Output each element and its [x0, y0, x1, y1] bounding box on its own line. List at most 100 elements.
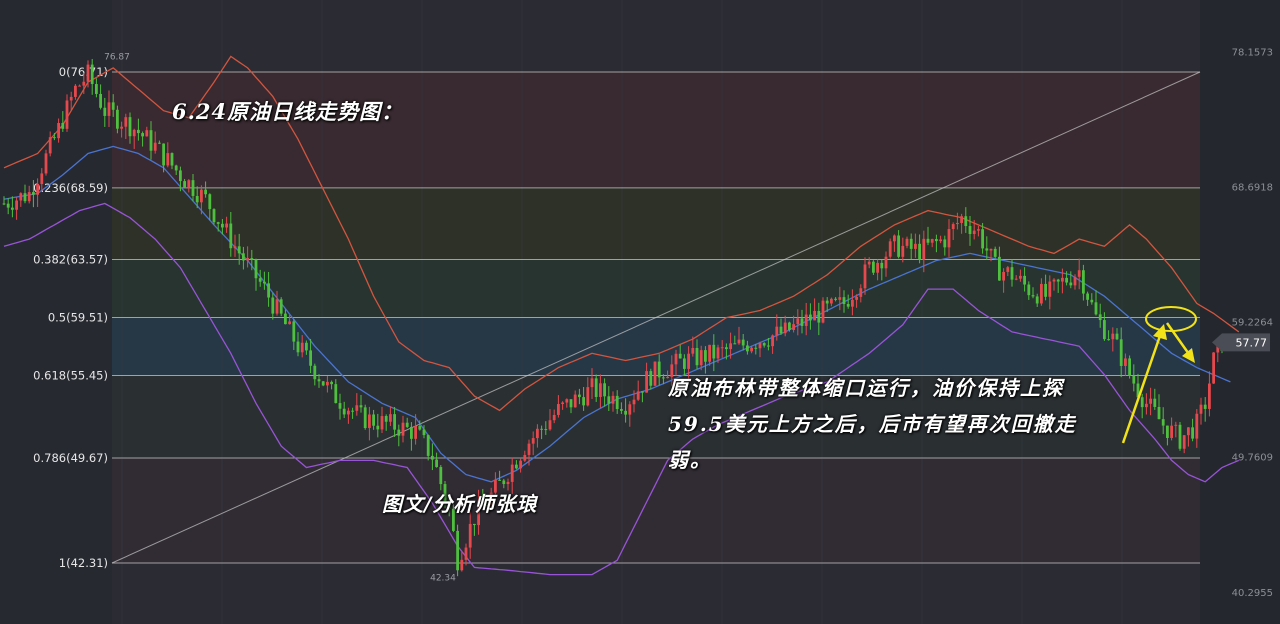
candle-body — [741, 339, 745, 346]
candle-body — [107, 102, 111, 116]
candle-body — [796, 318, 800, 325]
candle-body — [368, 414, 371, 429]
oil-daily-chart: 0(76.71)0.236(68.59)0.382(63.57)0.5(59.5… — [0, 0, 1280, 624]
candle-body — [410, 426, 413, 439]
candle-body — [611, 395, 615, 404]
candle-body — [1145, 403, 1148, 408]
candle-body — [36, 184, 39, 195]
candle-body — [867, 261, 871, 265]
candle-body — [1090, 299, 1094, 303]
candle-body — [78, 85, 81, 87]
candle-body — [628, 404, 632, 415]
candle-body — [649, 371, 653, 386]
price-axis-tick-label: 78.1573 — [1232, 47, 1273, 58]
candle-body — [720, 347, 724, 349]
candle-body — [1119, 339, 1123, 366]
candle-body — [405, 422, 409, 427]
candle-body — [1182, 435, 1186, 449]
candle-body — [972, 230, 976, 235]
candle-body — [1010, 267, 1014, 280]
candle-body — [645, 371, 648, 393]
candle-body — [888, 241, 892, 257]
candle-body — [153, 142, 157, 151]
candle-body — [1157, 406, 1161, 420]
fib-band — [112, 72, 1200, 188]
candle-body — [1166, 425, 1169, 438]
candle-body — [926, 238, 930, 243]
candle-body — [498, 479, 501, 481]
candle-body — [305, 342, 308, 351]
candle-body — [657, 361, 661, 378]
candle-body — [552, 414, 556, 421]
candle-body — [851, 299, 854, 307]
candle-body — [729, 343, 732, 350]
chart-stage: 0(76.71) 0.236(68.59) 0.382(63.57) 0.5(59.5… — [0, 0, 1280, 624]
candle-body — [300, 342, 304, 353]
candle-body — [754, 347, 758, 349]
candle-body — [401, 422, 405, 436]
candle-body — [1128, 358, 1131, 376]
candle-body — [519, 460, 522, 469]
candle-body — [326, 381, 329, 386]
candle-body — [1153, 398, 1157, 407]
candle-body — [208, 194, 212, 210]
candle-body — [771, 335, 774, 347]
candle-body — [956, 222, 959, 225]
candle-body — [947, 229, 951, 248]
candle-body — [460, 559, 464, 571]
candle-body — [162, 143, 165, 166]
candle-body — [695, 347, 699, 366]
candle-body — [418, 426, 422, 430]
chart-title: 6.24原油日线走势图： — [172, 99, 404, 124]
candle-body — [515, 464, 518, 469]
candle-body — [191, 180, 195, 196]
candle-body — [271, 297, 275, 314]
candle-body — [464, 547, 468, 560]
candle-body — [1077, 270, 1081, 277]
candle-body — [699, 350, 703, 366]
candle-body — [183, 181, 186, 188]
candle-body — [288, 321, 291, 325]
candle-body — [1006, 267, 1010, 272]
candle-body — [263, 281, 266, 284]
candle-body — [872, 261, 875, 273]
candle-body — [376, 425, 380, 430]
candle-body — [691, 347, 695, 354]
candle-body — [838, 297, 842, 300]
candle-body — [1014, 278, 1018, 280]
candle-body — [137, 129, 140, 134]
candle-body — [439, 467, 443, 485]
candle-body — [422, 429, 426, 436]
candle-body — [15, 200, 18, 210]
candle-body — [1212, 352, 1215, 384]
candle-body — [120, 126, 123, 129]
fib-level-label: 0.5(59.51) — [48, 311, 108, 325]
candle-body — [783, 322, 787, 334]
candle-body — [1203, 404, 1207, 409]
candle-body — [473, 523, 476, 526]
candle-body — [1174, 424, 1178, 426]
candle-body — [1161, 419, 1165, 426]
candle-body — [603, 383, 606, 397]
candle-body — [116, 109, 119, 129]
candle-body — [708, 344, 711, 362]
candle-body — [1170, 425, 1173, 438]
candle-body — [1094, 302, 1098, 315]
candle-body — [321, 381, 325, 386]
candle-body — [351, 410, 354, 412]
candle-body — [1187, 427, 1190, 436]
candle-body — [825, 300, 829, 304]
candle-body — [548, 420, 552, 430]
candle-body — [1199, 404, 1203, 414]
price-axis-tick-label: 49.7609 — [1232, 453, 1273, 464]
candle-body — [1082, 270, 1085, 294]
candle-body — [141, 133, 144, 137]
candle-body — [573, 394, 577, 408]
candle-body — [599, 383, 602, 397]
candle-body — [342, 408, 346, 415]
candle-body — [166, 153, 170, 166]
candle-body — [502, 480, 506, 485]
candle-body — [821, 300, 825, 323]
candle-body — [704, 350, 707, 362]
candle-body — [296, 341, 300, 353]
